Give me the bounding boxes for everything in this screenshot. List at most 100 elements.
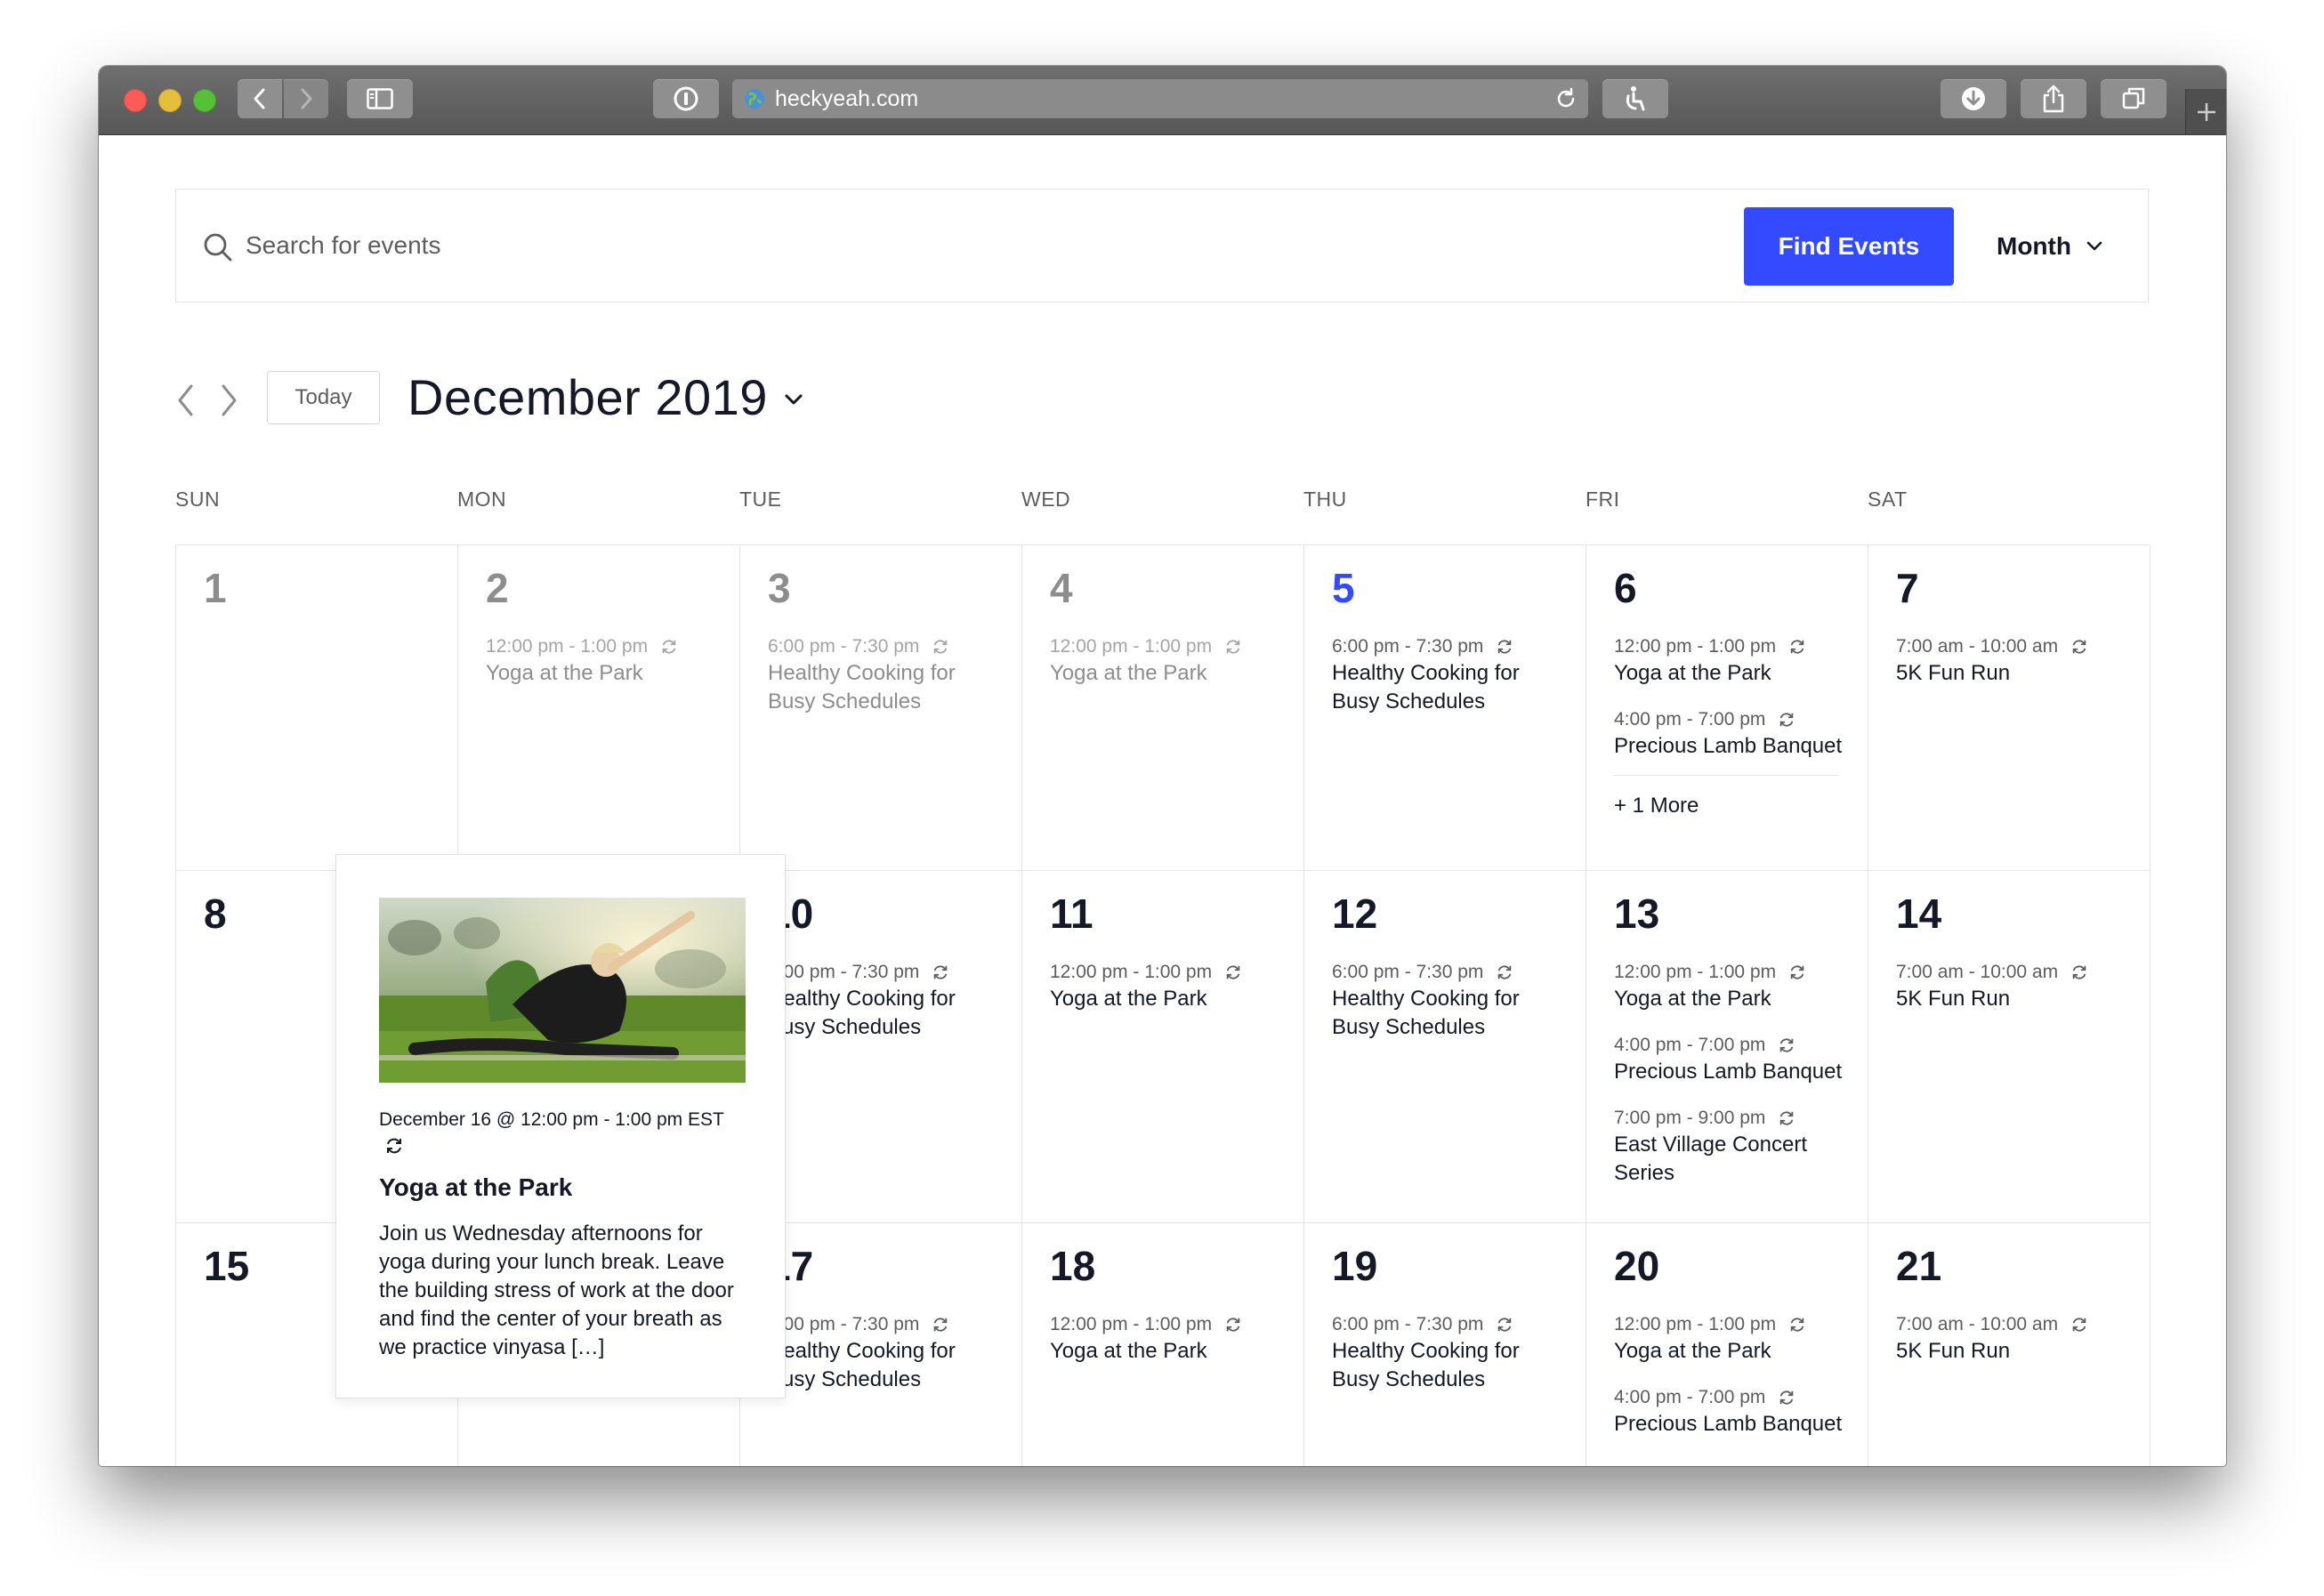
calendar-event[interactable]: 12:00 pm - 1:00 pmYoga at the Park bbox=[1050, 1312, 1286, 1366]
calendar-event[interactable]: 6:00 pm - 7:30 pm Healthy Cooking for Bus… bbox=[768, 1312, 1004, 1394]
find-events-button[interactable]: Find Events bbox=[1744, 207, 1954, 286]
event-title-link[interactable]: Healthy Cooking for Busy Schedules bbox=[768, 1337, 1004, 1394]
event-title-link[interactable]: Healthy Cooking for Busy Schedules bbox=[768, 659, 1004, 716]
accessibility-button[interactable] bbox=[1602, 79, 1668, 118]
event-title-link[interactable]: Healthy Cooking for Busy Schedules bbox=[768, 985, 1004, 1042]
day-number[interactable]: 21 bbox=[1896, 1241, 1941, 1291]
day-cell[interactable]: 2 12:00 pm - 1:00 pm Yoga at the Park bbox=[458, 545, 740, 871]
chevron-left-icon bbox=[254, 88, 265, 109]
day-number[interactable]: 3 bbox=[768, 563, 791, 613]
calendar-event[interactable]: 6:00 pm - 7:30 pm Healthy Cooking for Bus… bbox=[1332, 634, 1568, 716]
calendar-event[interactable]: 6:00 pm - 7:30 pm Healthy Cooking for Bus… bbox=[768, 634, 1004, 716]
share-button[interactable] bbox=[2021, 79, 2086, 118]
day-cell[interactable]: 13 12:00 pm - 1:00 pm Yoga at the Park 4:00… bbox=[1586, 871, 1868, 1223]
day-cell[interactable]: 11 12:00 pm - 1:00 pm Yoga at the Park bbox=[1022, 871, 1304, 1223]
day-number[interactable]: 15 bbox=[204, 1241, 249, 1291]
event-title-link[interactable]: Healthy Cooking for Busy Schedules bbox=[1332, 659, 1568, 716]
calendar-event[interactable]: 12:00 pm - 1:00 pmYoga at the Park bbox=[1614, 1312, 1850, 1366]
day-cell[interactable]: 14 7:00 am - 10:00 am 5K Fun Run bbox=[1868, 871, 2151, 1223]
calendar-event[interactable]: 4:00 pm - 7:00 pm Precious Lamb Banquet bbox=[1614, 707, 1850, 761]
calendar-event[interactable]: 6:00 pm - 7:30 pm Healthy Cooking for Bus… bbox=[1332, 1312, 1568, 1394]
day-number[interactable]: 6 bbox=[1614, 563, 1637, 613]
more-events-link[interactable]: + 1 More bbox=[1614, 792, 1838, 820]
minimize-window-button[interactable] bbox=[158, 89, 182, 112]
calendar-event[interactable]: 12:00 pm - 1:00 pmYoga at the Park bbox=[1050, 634, 1286, 688]
day-number[interactable]: 19 bbox=[1332, 1241, 1377, 1291]
show-tabs-button[interactable] bbox=[2101, 79, 2167, 118]
calendar-event[interactable]: 12:00 pm - 1:00 pmYoga at the Park bbox=[486, 634, 722, 688]
event-time-text: 7:00 am - 10:00 am bbox=[1896, 636, 2059, 657]
back-button[interactable] bbox=[238, 79, 282, 118]
address-bar[interactable]: heckyeah.com bbox=[732, 79, 1588, 118]
day-number[interactable]: 2 bbox=[486, 563, 509, 613]
calendar-event[interactable]: 7:00 pm - 9:00 pm East Village Concert Se… bbox=[1614, 1106, 1850, 1188]
month-picker[interactable]: December 2019 bbox=[408, 368, 803, 427]
event-title-link[interactable]: Precious Lamb Banquet bbox=[1614, 1058, 1850, 1086]
event-title-link[interactable]: Precious Lamb Banquet bbox=[1614, 732, 1850, 761]
calendar-event[interactable]: 7:00 am - 10:00 am 5K Fun Run bbox=[1896, 960, 2132, 1013]
day-cell[interactable]: 7 7:00 am - 10:00 am 5K Fun Run bbox=[1868, 545, 2151, 871]
day-cell[interactable]: 12 6:00 pm - 7:30 pm Healthy Cooking for B… bbox=[1304, 871, 1586, 1223]
day-cell[interactable]: 20 12:00 pm - 1:00 pm Yoga at the Park 4:00… bbox=[1586, 1223, 1868, 1466]
day-cell[interactable]: 6 12:00 pm - 1:00 pm Yoga at the Park 4:00 … bbox=[1586, 545, 1868, 871]
event-title-link[interactable]: Healthy Cooking for Busy Schedules bbox=[1332, 1337, 1568, 1394]
event-title-link[interactable]: Yoga at the Park bbox=[486, 659, 722, 688]
view-selector[interactable]: Month bbox=[1997, 207, 2103, 286]
event-title-link[interactable]: Yoga at the Park bbox=[1050, 985, 1286, 1013]
event-title-link[interactable]: Yoga at the Park bbox=[1050, 1337, 1286, 1366]
day-number[interactable]: 4 bbox=[1050, 563, 1073, 613]
calendar-event[interactable]: 12:00 pm - 1:00 pmYoga at the Park bbox=[1614, 960, 1850, 1013]
zoom-window-button[interactable] bbox=[193, 89, 216, 112]
calendar-event[interactable]: 6:00 pm - 7:30 pm Healthy Cooking for Bus… bbox=[1332, 960, 1568, 1042]
day-cell[interactable]: 4 12:00 pm - 1:00 pm Yoga at the Park bbox=[1022, 545, 1304, 871]
close-window-button[interactable] bbox=[124, 89, 147, 112]
day-number[interactable]: 20 bbox=[1614, 1241, 1659, 1291]
event-time-text: 6:00 pm - 7:30 pm bbox=[768, 636, 920, 657]
event-title-link[interactable]: Healthy Cooking for Busy Schedules bbox=[1332, 985, 1568, 1042]
event-title-link[interactable]: 5K Fun Run bbox=[1896, 985, 2132, 1013]
next-month-button[interactable] bbox=[218, 383, 239, 418]
event-title-link[interactable]: Yoga at the Park bbox=[1614, 659, 1850, 688]
day-number[interactable]: 13 bbox=[1614, 889, 1659, 939]
calendar-event[interactable]: 4:00 pm - 7:00 pm Precious Lamb Banquet bbox=[1614, 1385, 1850, 1439]
recurring-icon bbox=[1498, 1318, 1512, 1332]
day-number[interactable]: 11 bbox=[1050, 889, 1093, 939]
day-number[interactable]: 14 bbox=[1896, 889, 1941, 939]
day-cell[interactable]: 21 7:00 am - 10:00 am 5K Fun Run bbox=[1868, 1223, 2151, 1466]
event-title-link[interactable]: 5K Fun Run bbox=[1896, 1337, 2132, 1366]
calendar-event[interactable]: 4:00 pm - 7:00 pm Precious Lamb Banquet bbox=[1614, 1033, 1850, 1086]
day-number[interactable]: 5 bbox=[1332, 563, 1355, 613]
day-cell[interactable]: 3 6:00 pm - 7:30 pm Healthy Cooking for Bu… bbox=[740, 545, 1022, 871]
event-time: 6:00 pm - 7:30 pm bbox=[1332, 634, 1568, 659]
event-title-link[interactable]: Yoga at the Park bbox=[1050, 659, 1286, 688]
day-cell[interactable]: 5 6:00 pm - 7:30 pm Healthy Cooking for Bu… bbox=[1304, 545, 1586, 871]
event-title-link[interactable]: 5K Fun Run bbox=[1896, 659, 2132, 688]
downloads-button[interactable] bbox=[1941, 79, 2006, 118]
password-manager-button[interactable] bbox=[653, 79, 719, 118]
event-title-link[interactable]: East Village Concert Series bbox=[1614, 1131, 1850, 1188]
new-tab-button[interactable] bbox=[2185, 89, 2226, 134]
event-title-link[interactable]: Yoga at the Park bbox=[1614, 1337, 1850, 1366]
calendar-event[interactable]: 6:00 pm - 7:30 pm Healthy Cooking for Bus… bbox=[768, 960, 1004, 1042]
day-number[interactable]: 7 bbox=[1896, 563, 1919, 613]
calendar-event[interactable]: 12:00 pm - 1:00 pmYoga at the Park bbox=[1050, 960, 1286, 1013]
day-number[interactable]: 8 bbox=[204, 889, 227, 939]
calendar-event[interactable]: 7:00 am - 10:00 am 5K Fun Run bbox=[1896, 1312, 2132, 1366]
reload-icon[interactable] bbox=[1554, 87, 1578, 110]
day-cell[interactable]: 1 bbox=[176, 545, 458, 871]
calendar-event[interactable]: 12:00 pm - 1:00 pmYoga at the Park bbox=[1614, 634, 1850, 688]
event-title-link[interactable]: Precious Lamb Banquet bbox=[1614, 1410, 1850, 1439]
event-title-link[interactable]: Yoga at the Park bbox=[1614, 985, 1850, 1013]
event-title[interactable]: Yoga at the Park bbox=[379, 1172, 572, 1204]
day-number[interactable]: 1 bbox=[204, 563, 227, 613]
day-number[interactable]: 18 bbox=[1050, 1241, 1095, 1291]
calendar-event[interactable]: 7:00 am - 10:00 am 5K Fun Run bbox=[1896, 634, 2132, 688]
day-cell[interactable]: 18 12:00 pm - 1:00 pm Yoga at the Park bbox=[1022, 1223, 1304, 1466]
day-number[interactable]: 12 bbox=[1332, 889, 1377, 939]
today-button[interactable]: Today bbox=[267, 371, 380, 424]
previous-month-button[interactable] bbox=[175, 383, 197, 418]
search-input[interactable] bbox=[246, 225, 1758, 266]
day-cell[interactable]: 19 6:00 pm - 7:30 pm Healthy Cooking for B… bbox=[1304, 1223, 1586, 1466]
forward-button[interactable] bbox=[284, 79, 328, 118]
sidebar-toggle-button[interactable] bbox=[347, 79, 413, 118]
